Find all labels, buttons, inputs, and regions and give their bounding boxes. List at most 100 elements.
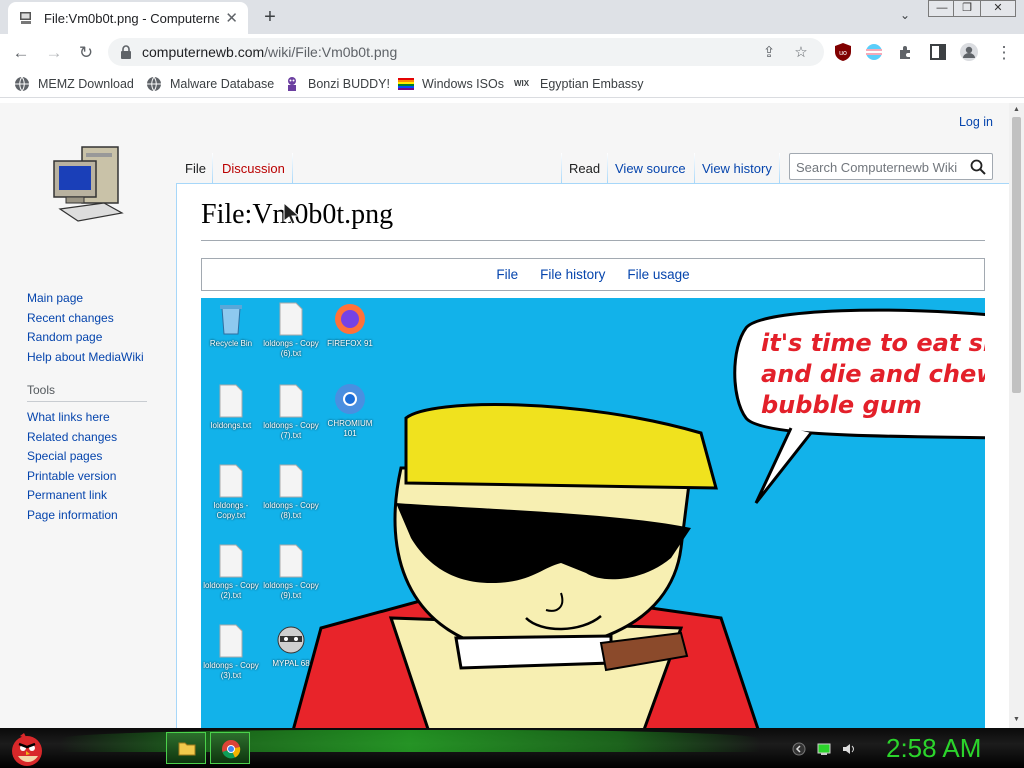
- bookmark-item[interactable]: Windows ISOs: [398, 75, 504, 93]
- taskbar-glow: [60, 730, 760, 752]
- tab-strip: File:Vm0b0t.png - Computernewb Wiki ✕ + …: [0, 0, 1024, 34]
- new-tab-button[interactable]: +: [258, 6, 282, 28]
- tab-divider: [292, 153, 293, 183]
- page-scrollbar[interactable]: ▲ ▼: [1009, 103, 1024, 728]
- tab-view-history[interactable]: View history: [702, 161, 772, 183]
- desktop-icon-text-file[interactable]: loldongs - Copy (8).txt: [261, 464, 321, 521]
- tab-read[interactable]: Read: [569, 161, 600, 183]
- desktop-icon-text-file[interactable]: loldongs.txt: [201, 384, 261, 431]
- sidebar-item-what-links-here[interactable]: What links here: [27, 408, 147, 428]
- desktop-icon-text-file[interactable]: loldongs - Copy.txt: [201, 464, 261, 521]
- search-icon[interactable]: [970, 159, 986, 175]
- sidebar-item-page-information[interactable]: Page information: [27, 506, 147, 526]
- bonzi-icon: [288, 77, 296, 91]
- extensions-puzzle-icon[interactable]: [896, 42, 916, 62]
- text-file-icon: [279, 544, 303, 578]
- address-bar[interactable]: computernewb.com/wiki/File:Vm0b0t.png ⇪ …: [108, 38, 824, 66]
- file-image[interactable]: it's time to eat shit and die and chew b…: [201, 298, 985, 728]
- tray-chevron-icon[interactable]: [792, 742, 806, 756]
- file-toc-usage[interactable]: File usage: [627, 267, 689, 282]
- tab-discussion[interactable]: Discussion: [222, 161, 285, 183]
- mouse-cursor-icon: [283, 202, 301, 225]
- text-file-icon: [219, 624, 243, 658]
- desktop-icon-firefox[interactable]: FIREFOX 91: [320, 302, 380, 349]
- chrome-icon: [222, 740, 241, 759]
- sidebar-item-random-page[interactable]: Random page: [27, 328, 147, 348]
- browser-tab[interactable]: File:Vm0b0t.png - Computernewb Wiki ✕: [8, 2, 248, 34]
- wix-icon: WIX: [514, 79, 530, 88]
- bookmark-item[interactable]: WIX Egyptian Embassy: [514, 75, 644, 93]
- sidebar-item-main-page[interactable]: Main page: [27, 289, 147, 309]
- tab-search-icon[interactable]: ⌄: [896, 8, 914, 26]
- scrollbar-thumb[interactable]: [1012, 117, 1021, 393]
- sidebar-item-permanent-link[interactable]: Permanent link: [27, 486, 147, 506]
- taskbar-file-explorer[interactable]: [166, 732, 206, 764]
- lock-icon[interactable]: [120, 45, 132, 59]
- tab-divider: [779, 153, 780, 183]
- page-title: File:Vm0b0t.png: [201, 199, 985, 241]
- sidebar-item-printable-version[interactable]: Printable version: [27, 467, 147, 487]
- sidebar-item-related-changes[interactable]: Related changes: [27, 428, 147, 448]
- chromium-icon: [335, 384, 365, 414]
- profile-avatar-icon[interactable]: [959, 42, 979, 62]
- share-icon[interactable]: ⇪: [760, 44, 778, 62]
- taskbar-chrome[interactable]: [210, 732, 250, 764]
- wiki-search-input[interactable]: Search Computernewb Wiki: [789, 153, 993, 180]
- side-panel-icon[interactable]: [928, 42, 948, 62]
- raccoon-icon: [277, 626, 305, 654]
- rainbow-flag-icon: [398, 78, 414, 90]
- scroll-down-arrow-icon[interactable]: ▼: [1012, 716, 1021, 724]
- wiki-computer-icon: [20, 12, 31, 24]
- search-placeholder: Search Computernewb Wiki: [796, 160, 958, 175]
- globe-icon: [15, 76, 29, 92]
- scroll-up-arrow-icon[interactable]: ▲: [1012, 106, 1021, 114]
- svg-text:uo: uo: [839, 50, 847, 57]
- sidebar-navigation: Main page Recent changes Random page Hel…: [27, 289, 147, 525]
- desktop-icon-text-file[interactable]: loldongs - Copy (6).txt: [261, 302, 321, 359]
- desktop-icon-text-file[interactable]: loldongs - Copy (7).txt: [261, 384, 321, 441]
- tab-view-source[interactable]: View source: [615, 161, 686, 183]
- wiki-logo-computer[interactable]: [52, 141, 126, 227]
- file-toc-history[interactable]: File history: [540, 267, 605, 282]
- desktop-icon-text-file[interactable]: loldongs - Copy (2).txt: [201, 544, 261, 601]
- url-text[interactable]: computernewb.com/wiki/File:Vm0b0t.png: [142, 44, 397, 60]
- bookmark-item[interactable]: Bonzi BUDDY!: [284, 75, 390, 93]
- reload-button[interactable]: ↻: [75, 42, 97, 64]
- text-file-icon: [219, 384, 243, 418]
- tab-close-icon[interactable]: ✕: [225, 9, 238, 27]
- ublock-origin-icon[interactable]: uo: [833, 42, 853, 62]
- desktop-icon-chromium[interactable]: CHROMIUM 101: [320, 382, 380, 439]
- volume-icon[interactable]: [842, 742, 856, 756]
- desktop-icon-text-file[interactable]: loldongs - Copy (9).txt: [261, 544, 321, 601]
- browser-toolbar: ← → ↻ computernewb.com/wiki/File:Vm0b0t.…: [0, 34, 1024, 70]
- bookmark-star-icon[interactable]: ☆: [792, 44, 810, 62]
- desktop-icon-recycle-bin[interactable]: Recycle Bin: [201, 302, 261, 349]
- bookmark-item[interactable]: Malware Database: [146, 75, 274, 93]
- trans-flag-extension-icon[interactable]: [864, 42, 884, 62]
- start-button-angry-bird-icon[interactable]: [8, 730, 46, 768]
- bookmark-item[interactable]: MEMZ Download: [14, 75, 134, 93]
- maximize-button[interactable]: ❐: [953, 0, 981, 17]
- file-toc-file[interactable]: File: [496, 267, 518, 282]
- tools-heading: Tools: [27, 383, 147, 402]
- login-link[interactable]: Log in: [959, 115, 993, 129]
- forward-button[interactable]: →: [43, 42, 65, 64]
- close-window-button[interactable]: ✕: [980, 0, 1016, 17]
- minimize-button[interactable]: —: [928, 0, 956, 17]
- sidebar-item-help[interactable]: Help about MediaWiki: [27, 348, 147, 368]
- sidebar-item-special-pages[interactable]: Special pages: [27, 447, 147, 467]
- sidebar-item-recent-changes[interactable]: Recent changes: [27, 309, 147, 329]
- wiki-page: Log in Main page Recent changes Random p…: [0, 103, 1009, 728]
- speech-bubble-text: it's time to eat shit and die and chew b…: [761, 329, 985, 419]
- screen: File:Vm0b0t.png - Computernewb Wiki ✕ + …: [0, 0, 1024, 768]
- network-icon[interactable]: [817, 742, 831, 756]
- tab-divider: [607, 153, 608, 183]
- chrome-menu-button[interactable]: ⋮: [993, 42, 1015, 64]
- tab-divider: [694, 153, 695, 183]
- taskbar-clock[interactable]: 2:58 AM: [886, 733, 981, 764]
- desktop-icon-mypal[interactable]: MYPAL 68: [261, 622, 321, 669]
- tab-file[interactable]: File: [185, 161, 206, 183]
- desktop-icon-text-file[interactable]: loldongs - Copy (3).txt: [201, 624, 261, 681]
- firefox-icon: [335, 304, 365, 334]
- back-button[interactable]: ←: [10, 42, 32, 64]
